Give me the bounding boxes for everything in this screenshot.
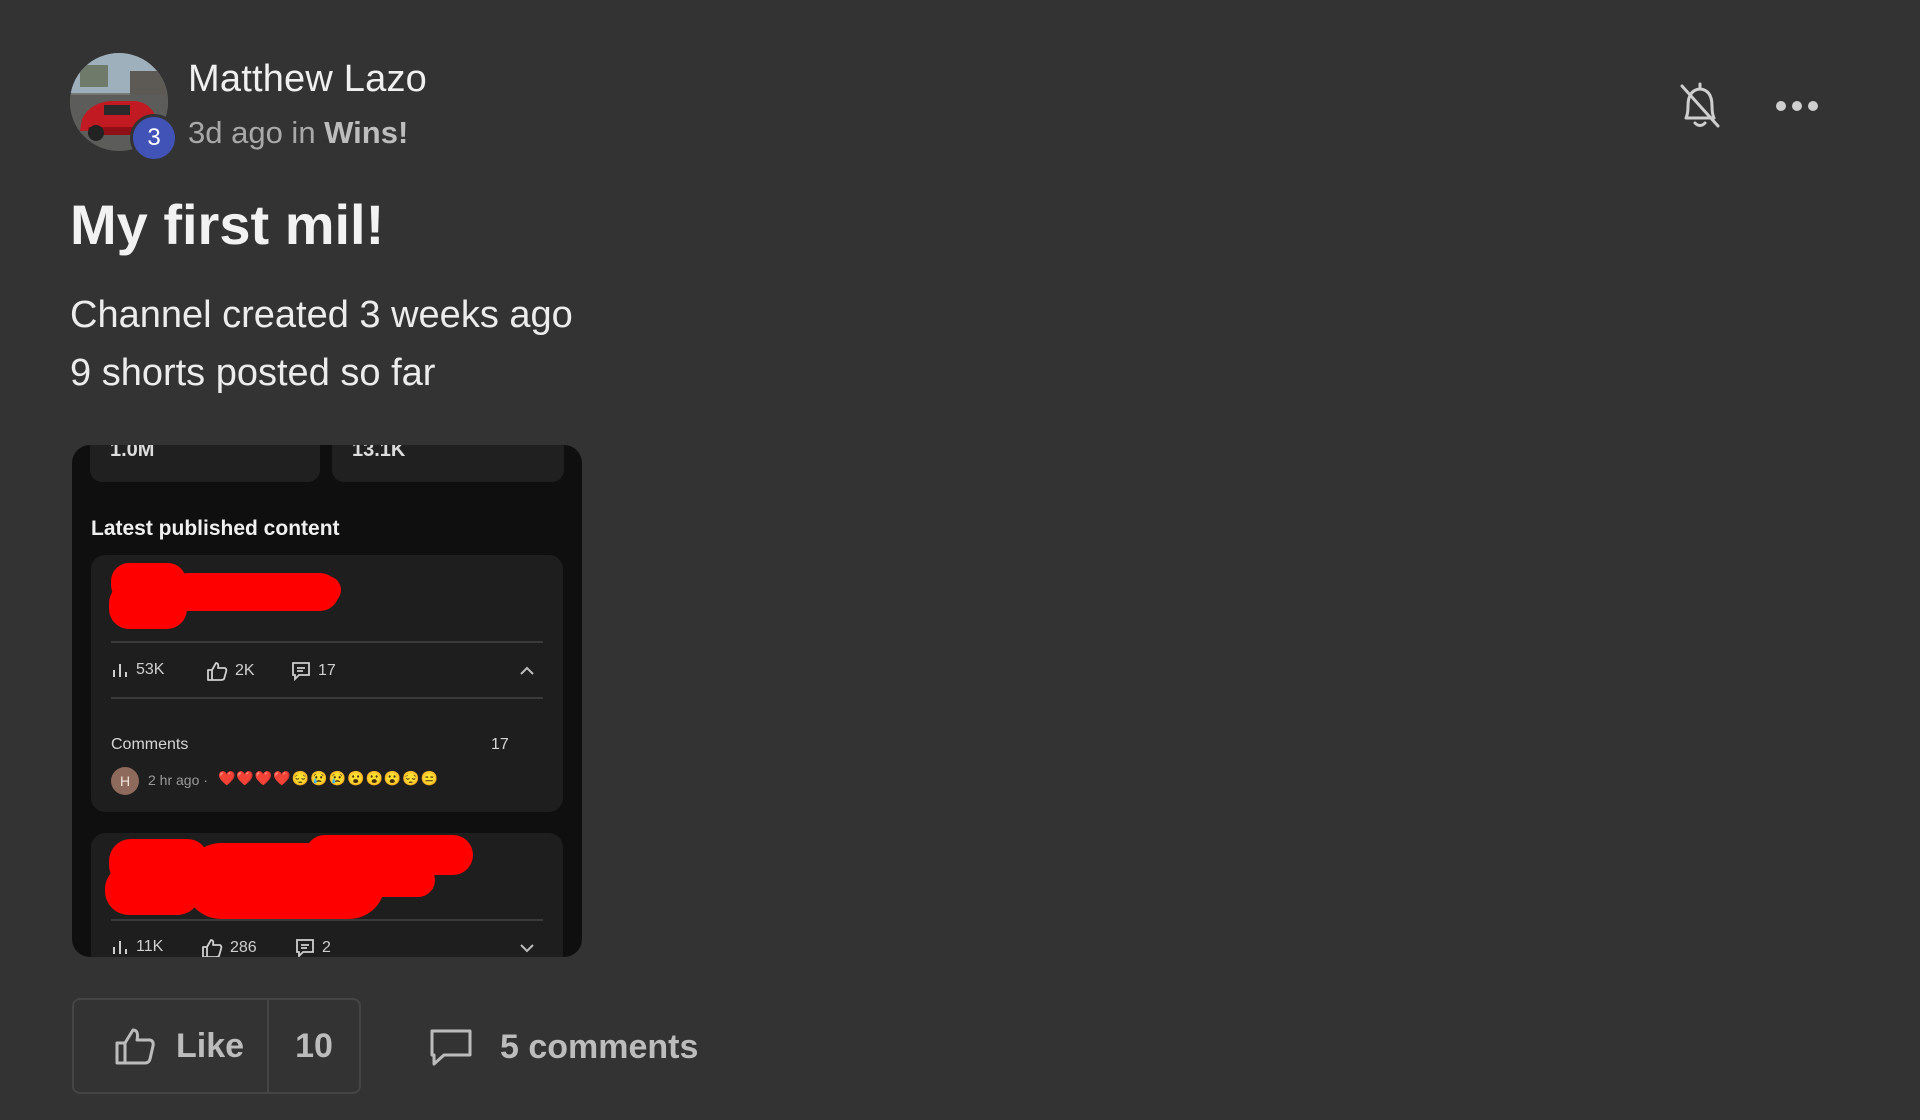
redaction-mark xyxy=(105,835,473,919)
content-card: 53K 2K 17 Comments 17 H 2 hr ago · ❤️❤️❤… xyxy=(91,555,563,812)
views-metric: 53K xyxy=(111,661,164,679)
content-card: 11K 286 2 xyxy=(91,833,563,957)
stat-value: 1.0M xyxy=(110,445,155,461)
post-time: 3d ago in xyxy=(188,115,325,150)
author-name[interactable]: Matthew Lazo xyxy=(188,58,427,101)
like-count[interactable]: 10 xyxy=(269,1000,359,1092)
post-category-link[interactable]: Wins! xyxy=(324,115,408,150)
like-label: Like xyxy=(176,1026,245,1065)
post-body-line: Channel created 3 weeks ago xyxy=(70,294,573,336)
comments-metric: 2 xyxy=(295,938,331,957)
post-title: My first mil! xyxy=(70,193,385,256)
comments-count-label: 5 comments xyxy=(500,1027,699,1066)
post-meta: 3d ago in Wins! xyxy=(188,115,408,151)
chevron-up-icon[interactable] xyxy=(519,666,535,676)
like-group: Like 10 xyxy=(72,998,361,1094)
commenter-avatar: H xyxy=(111,767,139,795)
comments-label: Comments xyxy=(111,736,189,753)
stat-card: 13.1K xyxy=(332,445,564,482)
views-metric: 11K xyxy=(111,938,163,956)
thumbs-up-icon xyxy=(115,1028,155,1065)
comment-text: ❤️❤️❤️❤️😔😢😢😮😮😮😔😑 xyxy=(218,770,440,786)
chevron-down-icon[interactable] xyxy=(519,943,535,953)
comment-time: 2 hr ago · xyxy=(148,772,208,788)
comments-metric: 17 xyxy=(291,661,336,681)
likes-metric: 2K xyxy=(206,661,255,681)
post-body-line: 9 shorts posted so far xyxy=(70,352,436,394)
level-badge: 3 xyxy=(130,114,178,162)
bell-off-icon[interactable] xyxy=(1678,80,1722,132)
comments-count: 17 xyxy=(491,736,509,753)
stat-value: 13.1K xyxy=(352,445,406,461)
section-title: Latest published content xyxy=(91,517,340,540)
likes-metric: 286 xyxy=(201,938,257,957)
post-image[interactable]: 1.0M 13.1K Latest published content 53K … xyxy=(72,445,582,957)
like-button[interactable]: Like xyxy=(74,1000,269,1092)
more-options-icon[interactable] xyxy=(1775,96,1819,116)
stat-card: 1.0M xyxy=(90,445,320,482)
redaction-mark xyxy=(109,563,341,629)
comment-icon xyxy=(430,1029,472,1066)
comments-button[interactable]: 5 comments xyxy=(428,1022,698,1072)
